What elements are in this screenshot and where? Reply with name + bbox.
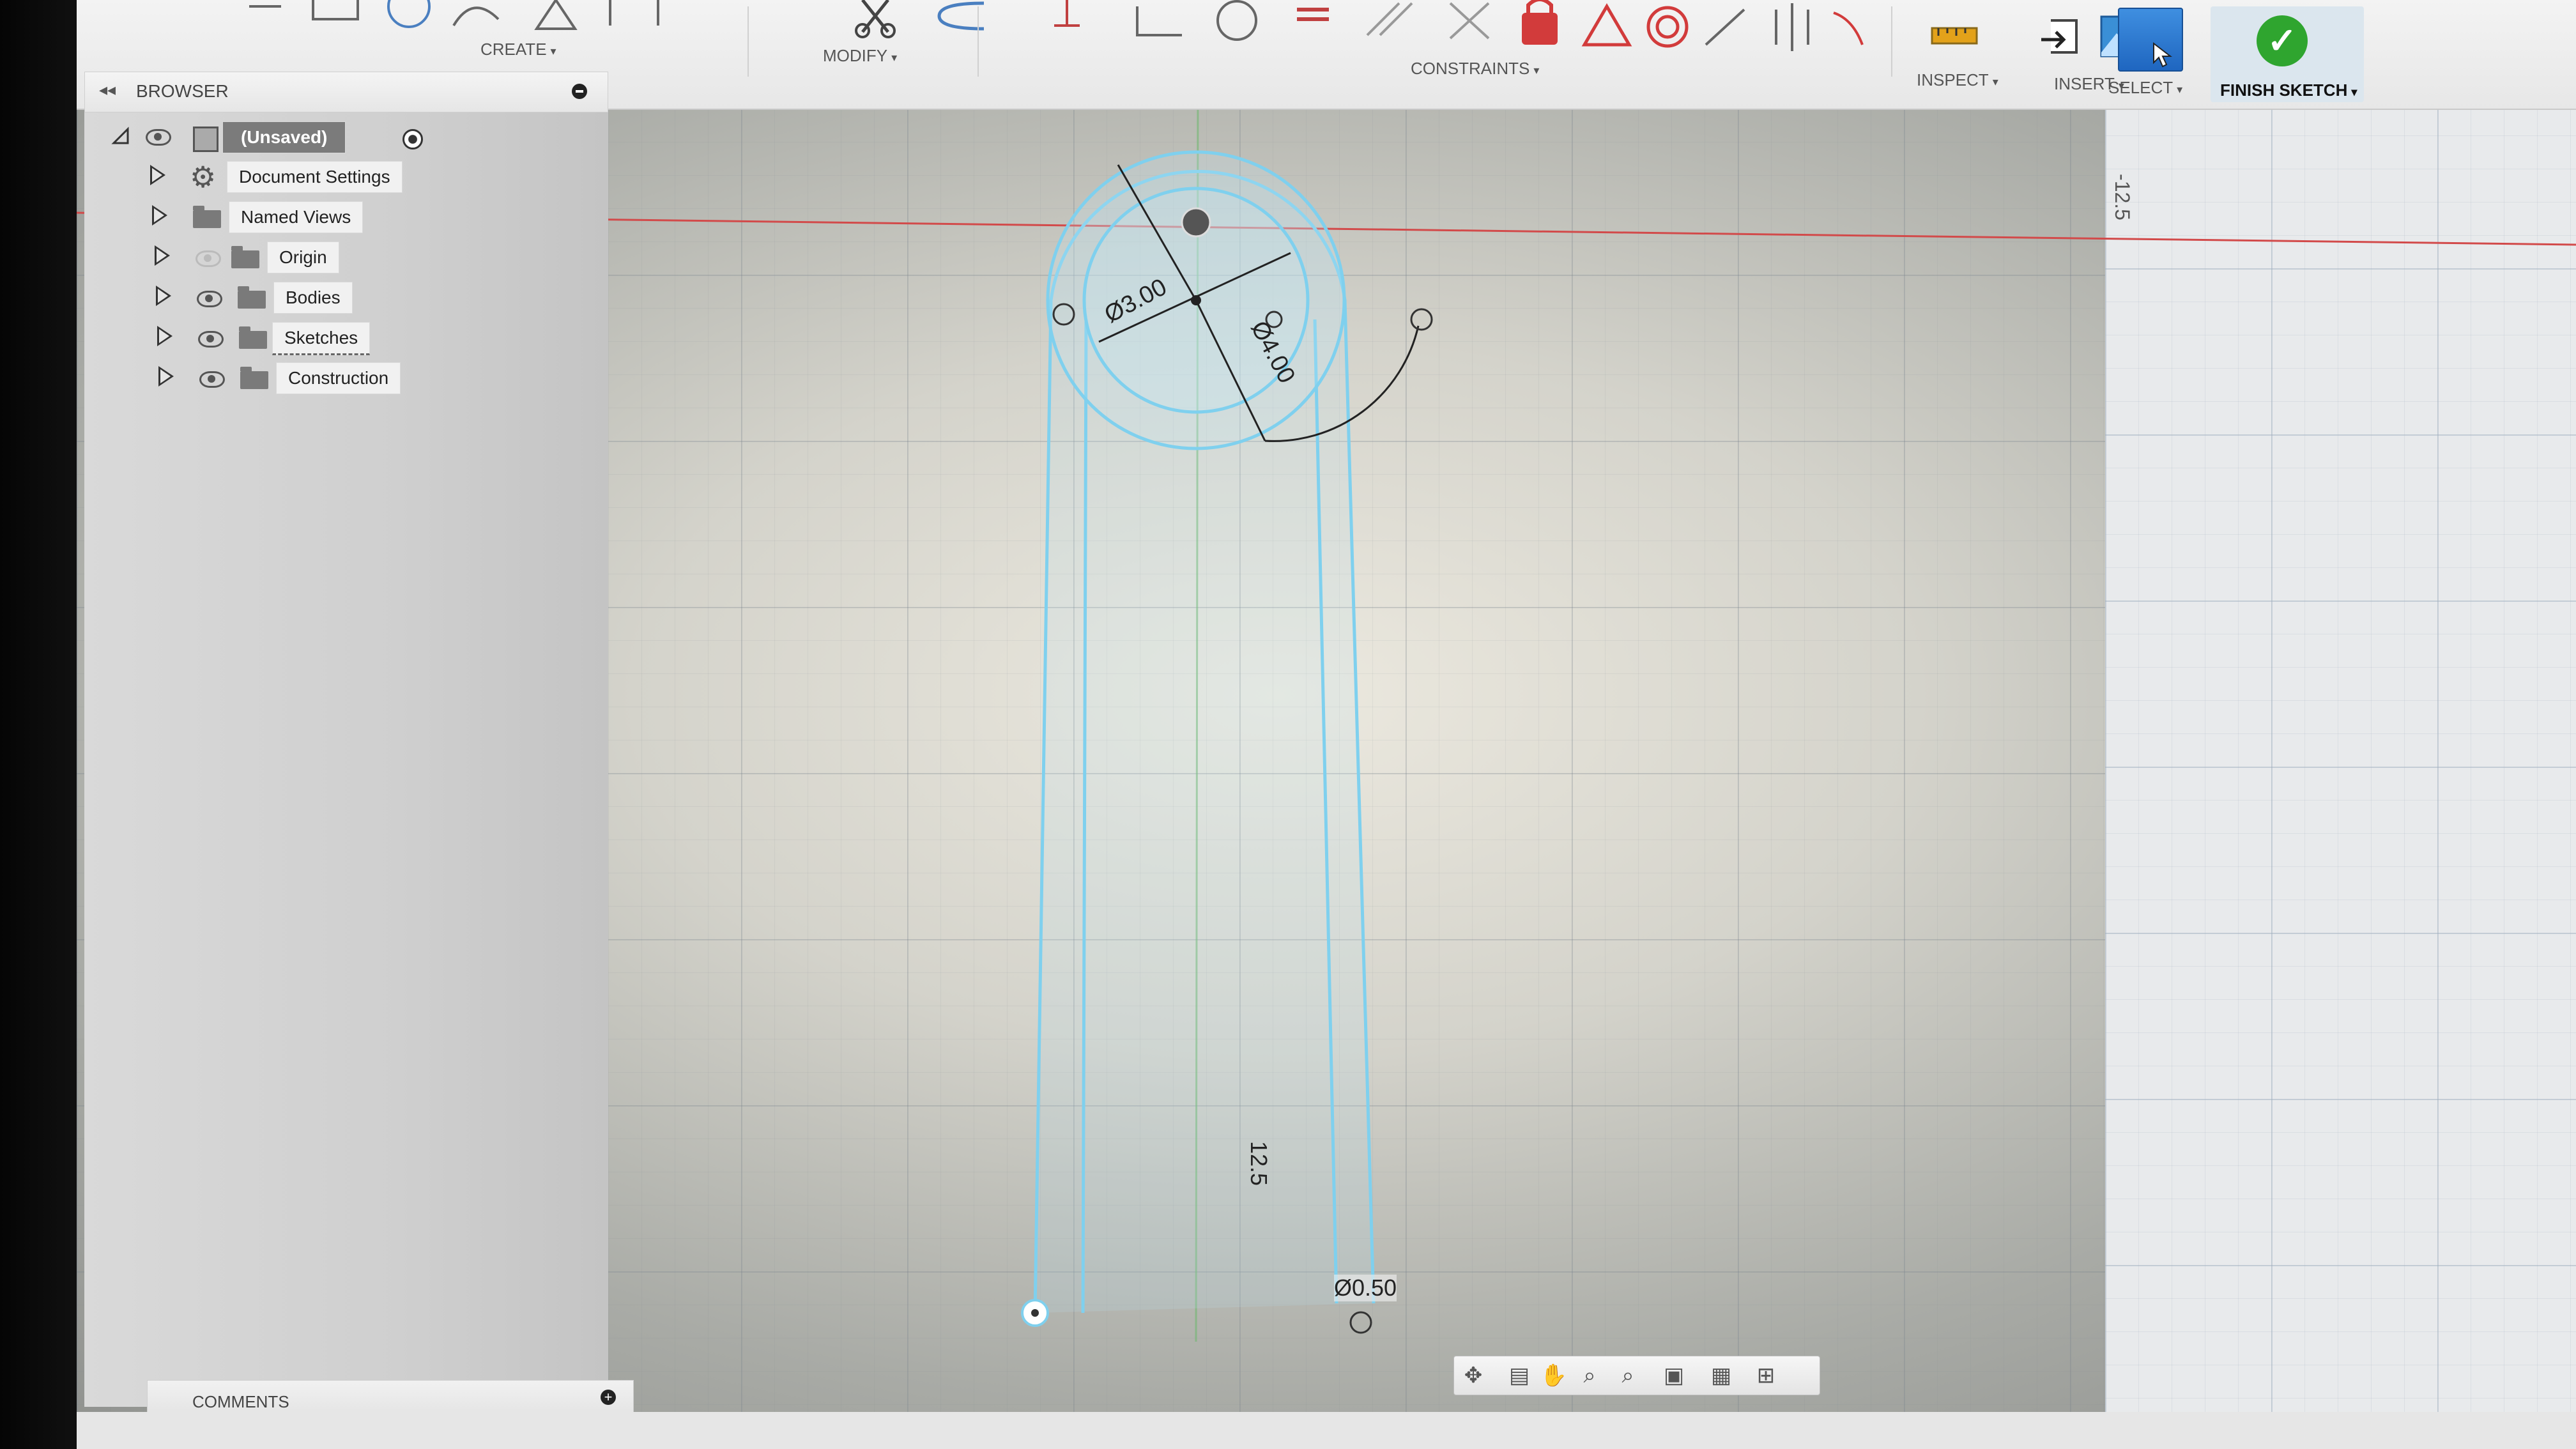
add-comment-icon[interactable]: + [601, 1390, 616, 1405]
tree-row-construction[interactable]: Construction [158, 362, 542, 397]
modify-tools-icons[interactable] [843, 0, 1009, 38]
browser-header[interactable]: ◂◂ BROWSER [84, 72, 608, 112]
select-button[interactable] [2118, 8, 2183, 72]
tree-row-named-views[interactable]: Named Views [152, 201, 535, 236]
folder-icon [239, 326, 267, 349]
visibility-eye-icon[interactable] [199, 371, 225, 388]
dim-ruler: -12.5 [2110, 174, 2134, 220]
create-label: CREATE [480, 40, 547, 59]
tree-label-bodies[interactable]: Bodies [273, 282, 353, 314]
checkmark-icon[interactable]: ✓ [2257, 15, 2308, 66]
browser-options-icon[interactable] [572, 84, 587, 99]
tree-row-document-settings[interactable]: ⚙ Document Settings [150, 161, 533, 195]
tree-row-origin[interactable]: Origin [155, 241, 538, 276]
tree-label-sketches[interactable]: Sketches [272, 322, 371, 355]
folder-icon [231, 246, 259, 268]
expanded-triangle-icon[interactable] [111, 126, 130, 146]
tree-row-bodies[interactable]: Bodies [156, 282, 539, 316]
expand-arrow-icon[interactable] [150, 165, 165, 185]
collapse-icon[interactable]: ◂◂ [99, 80, 116, 100]
expand-arrow-icon[interactable] [155, 245, 170, 266]
finish-sketch-label: FINISH SKETCH [2220, 80, 2348, 100]
expand-arrow-icon[interactable] [158, 366, 174, 387]
expand-arrow-icon[interactable] [152, 205, 167, 226]
cursor-icon [2153, 42, 2172, 68]
grid-settings-icon[interactable]: ▦ [1707, 1361, 1735, 1390]
inspect-label: INSPECT [1917, 70, 1989, 89]
browser-title: BROWSER [136, 81, 229, 101]
viewports-icon[interactable]: ⊞ [1752, 1361, 1780, 1390]
pan-icon[interactable]: ✋ [1540, 1361, 1568, 1390]
bottom-left-dot [1031, 1309, 1039, 1317]
look-at-icon[interactable]: ▤ [1505, 1361, 1533, 1390]
bottom-status-strip [77, 1412, 2576, 1449]
tangent-constraint-icon-2 [1410, 308, 1433, 331]
finish-sketch-button[interactable]: FINISH SKETCH ▾ [2220, 80, 2357, 100]
bottom-right-point [1349, 1311, 1372, 1334]
orbit-icon[interactable]: ✥ [1459, 1361, 1487, 1390]
measure-icon[interactable] [1929, 19, 1981, 51]
constraints-menu[interactable]: CONSTRAINTS ▾ [1411, 59, 1539, 79]
top-point [1181, 207, 1211, 238]
display-settings-icon[interactable]: ▣ [1660, 1361, 1688, 1390]
modify-label: MODIFY [823, 46, 888, 65]
activate-radio-icon[interactable] [402, 129, 423, 150]
toolbar-divider-3 [1891, 6, 1892, 77]
tree-label-unsaved[interactable]: (Unsaved) [222, 121, 346, 153]
navigation-bar: ✥ ▤ ✋ ⌕ ⌕ ▣ ▦ ⊞ [1453, 1356, 1820, 1395]
select-caret: ▾ [2177, 83, 2183, 96]
tree-row-unsaved[interactable]: (Unsaved) [109, 120, 492, 155]
fusion-window: Ø3.00 Ø4.00 12.5 -12.5 Ø0.50 CREATE ▾ MOD… [77, 0, 2576, 1449]
constraint-tools-icons[interactable] [1003, 0, 1872, 51]
folder-icon [193, 206, 221, 228]
create-caret: ▾ [550, 45, 556, 57]
zoom-icon[interactable]: ⌕ [1575, 1361, 1604, 1390]
dim-small-diameter[interactable]: Ø0.50 [1334, 1275, 1397, 1301]
inspect-caret: ▾ [1992, 75, 1998, 88]
visibility-eye-icon[interactable] [197, 291, 222, 307]
toolbar-divider [747, 6, 749, 77]
fit-icon[interactable]: ⌕ [1614, 1361, 1642, 1390]
expand-arrow-icon[interactable] [156, 286, 171, 306]
constraints-label: CONSTRAINTS [1411, 59, 1530, 78]
gear-icon: ⚙ [190, 160, 217, 194]
component-icon [193, 126, 218, 152]
tree-label-named-views[interactable]: Named Views [229, 201, 364, 233]
select-menu[interactable]: SELECT ▾ [2108, 78, 2182, 98]
expand-arrow-icon[interactable] [157, 326, 172, 346]
dim-length[interactable]: 12.5 [1245, 1141, 1272, 1186]
comments-label: COMMENTS [192, 1392, 289, 1411]
constraints-caret: ▾ [1533, 64, 1540, 77]
folder-icon [240, 367, 268, 389]
folder-icon [238, 286, 266, 309]
visibility-eye-icon[interactable] [195, 250, 221, 267]
visibility-eye-icon[interactable] [146, 129, 171, 146]
create-menu[interactable]: CREATE ▾ [480, 40, 556, 59]
visibility-eye-icon[interactable] [198, 331, 224, 348]
tree-label-document-settings[interactable]: Document Settings [227, 161, 402, 193]
inspect-menu[interactable]: INSPECT ▾ [1917, 70, 1998, 90]
tree-label-origin[interactable]: Origin [267, 241, 339, 273]
select-label: SELECT [2108, 78, 2174, 97]
tree-label-construction[interactable]: Construction [276, 362, 401, 394]
modify-menu[interactable]: MODIFY ▾ [823, 46, 897, 66]
insert-label: INSERT [2054, 74, 2115, 93]
tree-row-sketches[interactable]: Sketches [157, 322, 540, 356]
create-tools-icons[interactable] [243, 0, 882, 38]
insert-derive-icon[interactable] [2038, 14, 2089, 59]
modify-caret: ▾ [891, 51, 898, 64]
finish-sketch-caret: ▾ [2351, 86, 2358, 98]
toolbar-divider-2 [977, 6, 979, 77]
